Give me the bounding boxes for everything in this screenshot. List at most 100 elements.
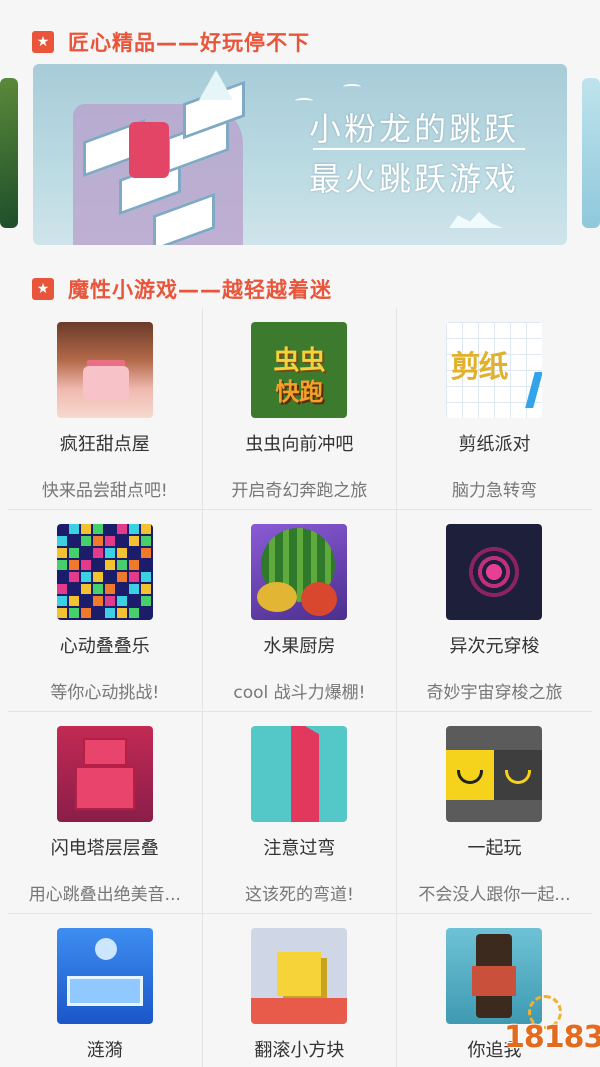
block-stack-icon[interactable] (56, 524, 153, 620)
tile-art (104, 560, 115, 570)
game-name: 疯狂甜点屋 (59, 434, 150, 455)
tile-art (80, 608, 91, 618)
tile-art (104, 548, 115, 558)
game-card[interactable]: 虫虫 快跑 虫虫向前冲吧 开启奇幻奔跑之旅 (203, 308, 398, 509)
tile-art (80, 584, 91, 594)
dragon-icon (129, 122, 169, 178)
tile-art (92, 548, 103, 558)
tile-art (80, 524, 91, 534)
carousel-prev-card[interactable] (0, 78, 18, 228)
tile-art (56, 584, 67, 594)
banner-subheadline: 最火跳跃游戏 (309, 160, 520, 198)
tile-art (92, 524, 103, 534)
tile-art (104, 608, 115, 618)
game-row: 心动叠叠乐 等你心动挑战! 水果厨房 cool 战斗力爆棚! 异次元穿梭 奇妙宇… (8, 510, 592, 712)
tile-art (68, 608, 79, 618)
smile-faces-icon[interactable] (446, 726, 543, 822)
tower-icon[interactable] (56, 726, 153, 822)
tile-art (56, 536, 67, 546)
ripple-icon[interactable] (56, 928, 153, 1024)
apple-art (301, 582, 338, 616)
star-icon: ★ (32, 278, 54, 300)
cube-icon[interactable] (251, 928, 348, 1024)
game-desc: 快来品尝甜点吧! (41, 481, 168, 501)
game-desc: 脑力急转弯 (451, 481, 537, 501)
game-card[interactable]: 剪纸 剪纸派对 脑力急转弯 (397, 308, 592, 509)
game-name: 虫虫向前冲吧 (245, 434, 354, 455)
bar-art (525, 372, 543, 408)
banner-divider (313, 148, 525, 150)
spiral-icon[interactable] (446, 524, 543, 620)
ball-art (94, 938, 117, 960)
tile-art (116, 572, 127, 582)
game-card[interactable]: 心动叠叠乐 等你心动挑战! (8, 510, 203, 711)
cube-art (277, 952, 322, 996)
game-card[interactable]: 翻滚小方块 (203, 914, 398, 1067)
cake-icon[interactable] (56, 322, 153, 418)
banner-headline: 小粉龙的跳跃 (309, 110, 520, 148)
game-desc: 这该死的弯道! (244, 885, 354, 905)
carousel-next-card[interactable] (582, 78, 600, 228)
shirt-art (472, 966, 517, 996)
tile-art (68, 524, 79, 534)
tile-art (140, 584, 151, 594)
bug-run-icon[interactable]: 虫虫 快跑 (251, 322, 348, 418)
tile-art (56, 596, 67, 606)
tile-art (116, 560, 127, 570)
icon-text: 剪纸 (450, 350, 508, 385)
section-header-mini-games: ★ 魔性小游戏——越轻越着迷 (32, 274, 332, 304)
game-card[interactable]: 一起玩 不会没人跟你一起... (397, 712, 592, 913)
spiral-art (464, 542, 525, 602)
plate-art (66, 976, 143, 1006)
game-desc: cool 战斗力爆棚! (233, 683, 366, 703)
tile-art (128, 584, 139, 594)
game-card[interactable]: 水果厨房 cool 战斗力爆棚! (203, 510, 398, 711)
block-art (74, 766, 135, 810)
game-card[interactable]: 涟漪 (8, 914, 203, 1067)
game-desc: 奇妙宇宙穿梭之旅 (426, 683, 563, 703)
game-card[interactable]: 注意过弯 这该死的弯道! (203, 712, 398, 913)
game-desc: 等你心动挑战! (50, 683, 160, 703)
game-name: 心动叠叠乐 (59, 636, 150, 657)
zigzag-icon[interactable] (251, 726, 348, 822)
crystal-icon (199, 70, 233, 100)
banner-carousel[interactable]: 小粉龙的跳跃 最火跳跃游戏 (0, 60, 600, 250)
tile-art (68, 548, 79, 558)
block-art (82, 738, 127, 766)
game-card[interactable]: 闪电塔层层叠 用心跳叠出绝美音... (8, 712, 203, 913)
paper-cut-icon[interactable]: 剪纸 (446, 322, 543, 418)
game-name: 注意过弯 (263, 838, 336, 859)
game-card[interactable]: 疯狂甜点屋 快来品尝甜点吧! (8, 308, 203, 509)
tile-art (116, 608, 127, 618)
logo-text: 18183 (504, 1020, 600, 1055)
tile-art (140, 548, 151, 558)
tile-art (116, 596, 127, 606)
banner-card[interactable]: 小粉龙的跳跃 最火跳跃游戏 (33, 64, 567, 245)
tile-art (56, 548, 67, 558)
tile-art (56, 560, 67, 570)
lemon-art (257, 582, 298, 612)
tile-art (128, 524, 139, 534)
tile-art (116, 524, 127, 534)
tile-art (128, 572, 139, 582)
icon-text: 快跑 (275, 378, 324, 406)
game-grid: 疯狂甜点屋 快来品尝甜点吧! 虫虫 快跑 虫虫向前冲吧 开启奇幻奔跑之旅 剪纸 … (8, 308, 592, 1067)
site-logo: 18183 (504, 995, 600, 1059)
game-name: 闪电塔层层叠 (50, 838, 159, 859)
game-name: 水果厨房 (263, 636, 336, 657)
section-header-featured: ★ 匠心精品——好玩停不下 (32, 27, 310, 57)
tile-art (80, 572, 91, 582)
game-row: 疯狂甜点屋 快来品尝甜点吧! 虫虫 快跑 虫虫向前冲吧 开启奇幻奔跑之旅 剪纸 … (8, 308, 592, 510)
game-name: 一起玩 (467, 838, 522, 859)
tile-art (116, 548, 127, 558)
tile-art (92, 536, 103, 546)
game-name: 异次元穿梭 (449, 636, 540, 657)
tile-art (68, 572, 79, 582)
game-desc: 不会没人跟你一起... (418, 885, 571, 905)
fruit-icon[interactable] (251, 524, 348, 620)
bird-icon (343, 84, 361, 90)
game-name: 翻滚小方块 (254, 1040, 345, 1061)
tile-art (140, 524, 151, 534)
tile-art (80, 560, 91, 570)
game-card[interactable]: 异次元穿梭 奇妙宇宙穿梭之旅 (397, 510, 592, 711)
